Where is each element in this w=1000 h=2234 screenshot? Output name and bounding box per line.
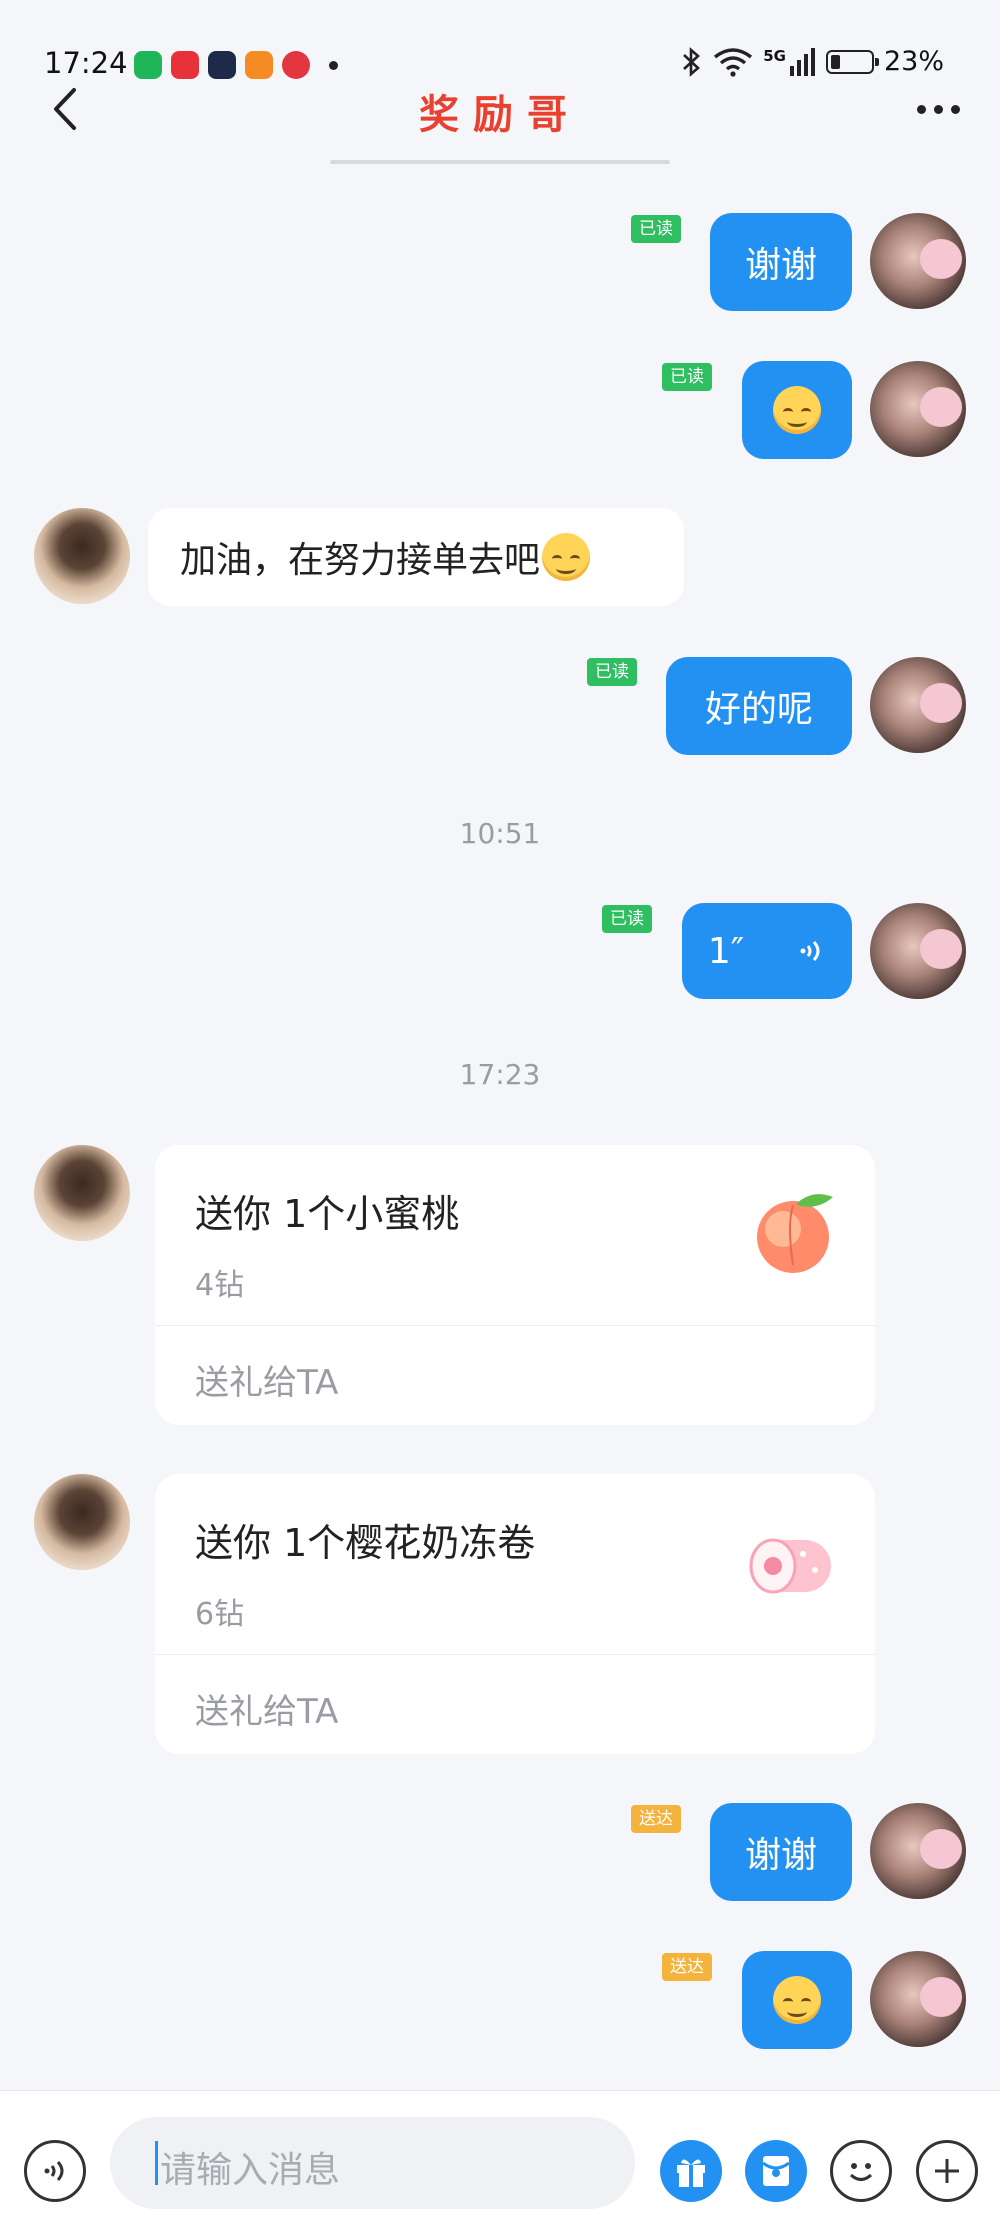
wechat-icon bbox=[134, 51, 162, 79]
contact-message-bubble[interactable]: 加油，在努力接单去吧 bbox=[148, 508, 684, 606]
gift-divider bbox=[155, 1654, 875, 1655]
my-avatar[interactable] bbox=[870, 361, 966, 457]
voice-duration: 1″ bbox=[707, 930, 745, 972]
send-gift-link[interactable]: 送礼给TA bbox=[195, 1684, 338, 1733]
contact-avatar[interactable] bbox=[34, 508, 130, 604]
delivered-tag: 送达 bbox=[662, 1953, 712, 1981]
my-avatar[interactable] bbox=[870, 657, 966, 753]
network-type: 5G bbox=[763, 46, 786, 65]
gift-title: 送你 1个樱花奶冻卷 bbox=[195, 1521, 536, 1565]
more-notifications-dot bbox=[329, 60, 338, 70]
timestamp: 17:23 bbox=[459, 1058, 541, 1091]
plus-icon bbox=[935, 2159, 959, 2183]
red-packet-icon bbox=[762, 2156, 790, 2186]
voice-wave-icon bbox=[800, 941, 820, 961]
send-gift-link[interactable]: 送礼给TA bbox=[195, 1355, 338, 1404]
emoji-face-icon bbox=[849, 2163, 873, 2181]
signal-icon bbox=[789, 47, 815, 76]
gift-icon bbox=[677, 2159, 705, 2187]
chat-title: 奖励哥 bbox=[419, 92, 581, 138]
status-bar: 17:24 5G 23% bbox=[0, 0, 1000, 80]
more-actions-button[interactable] bbox=[916, 2140, 978, 2202]
smiling-face-icon bbox=[773, 386, 821, 434]
dark-app-icon bbox=[208, 51, 236, 79]
red-packet-button[interactable] bbox=[745, 2140, 807, 2202]
read-tag: 已读 bbox=[662, 363, 712, 391]
read-tag: 已读 bbox=[602, 905, 652, 933]
battery-fill bbox=[830, 54, 840, 69]
smiling-face-icon bbox=[542, 533, 591, 581]
status-time: 17:24 bbox=[44, 46, 128, 80]
emoji-button[interactable] bbox=[830, 2140, 892, 2202]
my-emoji-bubble[interactable] bbox=[742, 1951, 852, 2049]
bluetooth-icon bbox=[683, 46, 701, 77]
my-message-bubble[interactable]: 谢谢 bbox=[710, 213, 852, 311]
netease-music-icon bbox=[282, 51, 310, 79]
battery-percent: 23% bbox=[883, 46, 944, 77]
orange-app-icon bbox=[245, 51, 273, 79]
voice-message-bubble[interactable]: 1″ bbox=[682, 903, 852, 999]
input-placeholder: 请输入消息 bbox=[160, 2150, 341, 2191]
contact-avatar[interactable] bbox=[34, 1145, 130, 1241]
read-tag: 已读 bbox=[631, 215, 681, 243]
my-emoji-bubble[interactable] bbox=[742, 361, 852, 459]
gift-price: 4钻 bbox=[195, 1268, 245, 1303]
wifi-icon bbox=[714, 47, 753, 77]
message-text: 加油，在努力接单去吧 bbox=[180, 540, 541, 581]
my-avatar[interactable] bbox=[870, 213, 966, 309]
message-input[interactable]: 请输入消息 bbox=[110, 2117, 635, 2209]
battery-icon bbox=[825, 49, 879, 74]
gift-title: 送你 1个小蜜桃 bbox=[195, 1192, 460, 1236]
my-avatar[interactable] bbox=[870, 903, 966, 999]
voice-wave-icon bbox=[44, 2161, 64, 2181]
sakura-roll-cake-icon bbox=[749, 1538, 831, 1594]
my-message-bubble[interactable]: 谢谢 bbox=[710, 1803, 852, 1901]
contact-avatar[interactable] bbox=[34, 1474, 130, 1570]
my-avatar[interactable] bbox=[870, 1803, 966, 1899]
delivered-tag: 送达 bbox=[631, 1805, 681, 1833]
gift-button[interactable] bbox=[660, 2140, 722, 2202]
voice-input-button[interactable] bbox=[24, 2140, 86, 2202]
scroll-divider bbox=[330, 160, 670, 164]
timestamp: 10:51 bbox=[459, 817, 541, 850]
smiling-face-icon bbox=[773, 1976, 821, 2024]
chat-header: 奖励哥 bbox=[0, 80, 1000, 160]
text-caret bbox=[155, 2141, 158, 2185]
gift-price: 6钻 bbox=[195, 1597, 245, 1632]
gift-card[interactable]: 送你 1个樱花奶冻卷 6钻 送礼给TA bbox=[155, 1474, 875, 1754]
notification-icons bbox=[134, 51, 338, 79]
red-app-icon bbox=[171, 51, 199, 79]
peach-icon bbox=[757, 1194, 833, 1273]
gift-card[interactable]: 送你 1个小蜜桃 4钻 送礼给TA bbox=[155, 1145, 875, 1425]
more-options-icon[interactable] bbox=[917, 105, 960, 114]
read-tag: 已读 bbox=[587, 658, 637, 686]
gift-divider bbox=[155, 1325, 875, 1326]
status-right: 5G 23% bbox=[681, 46, 944, 77]
my-avatar[interactable] bbox=[870, 1951, 966, 2047]
my-message-bubble[interactable]: 好的呢 bbox=[666, 657, 852, 755]
